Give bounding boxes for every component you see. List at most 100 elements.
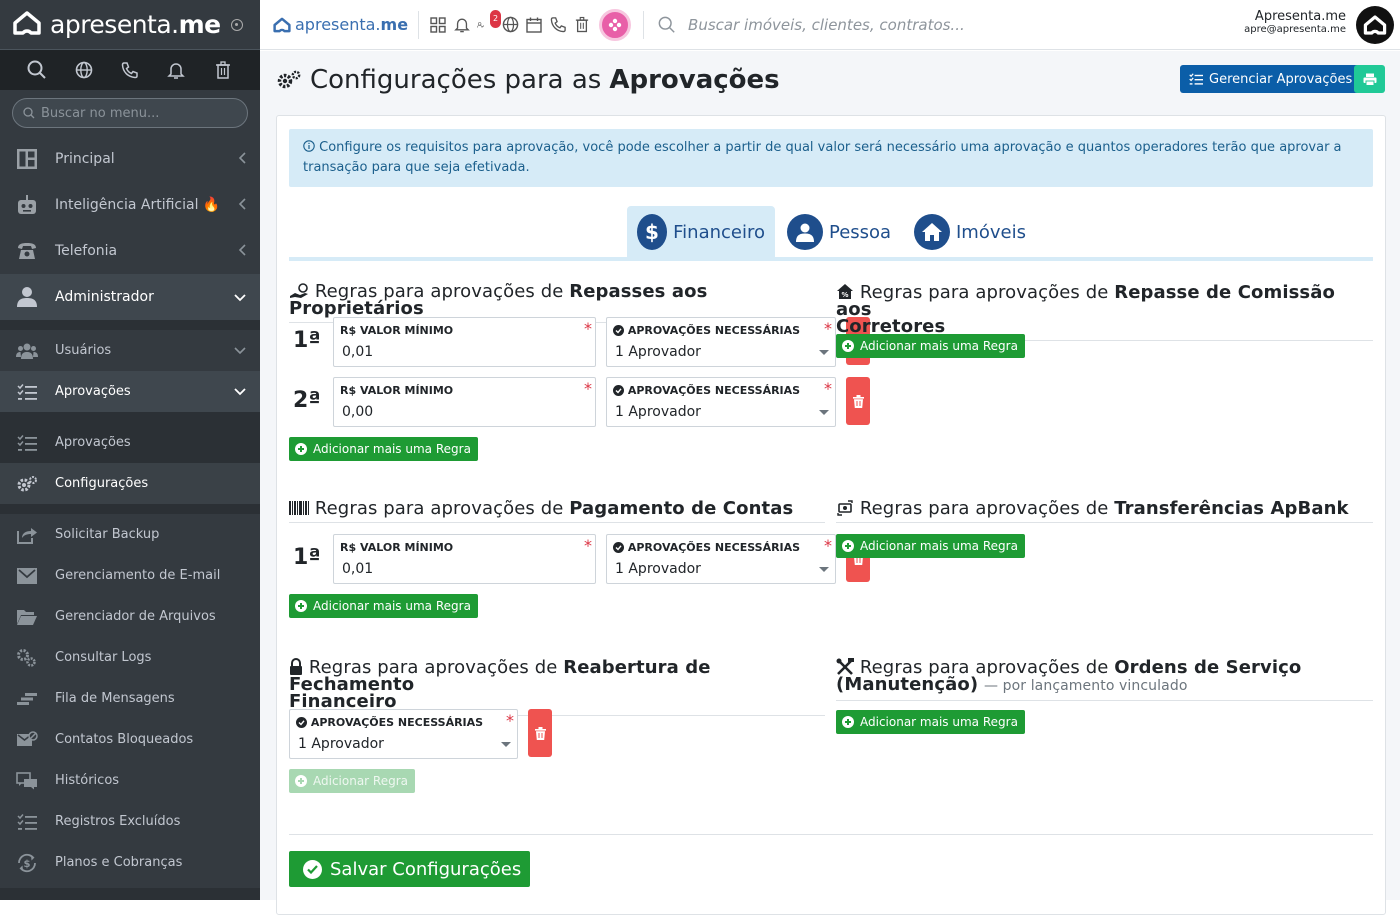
- sidebar-item-aprovacoes-group[interactable]: Aprovações: [0, 371, 260, 412]
- global-search-input[interactable]: Buscar imóveis, clientes, contratos...: [658, 16, 965, 34]
- add-rule-button[interactable]: Adicionar mais uma Regra: [289, 594, 478, 618]
- users-icon: [16, 340, 38, 362]
- approvals-select[interactable]: APROVAÇÕES NECESSÁRIAS * 1 Aprovador: [606, 534, 836, 584]
- sidebar-brand[interactable]: apresenta.me: [0, 0, 260, 50]
- users-notification-icon[interactable]: 2: [477, 9, 502, 34]
- save-settings-button[interactable]: Salvar Configurações: [289, 851, 530, 887]
- add-rule-button[interactable]: Adicionar mais uma Regra: [836, 534, 1025, 558]
- topbar-brand[interactable]: apresenta.me: [272, 15, 408, 34]
- sidebar-search-input[interactable]: Buscar no menu...: [12, 98, 248, 128]
- required-mark: *: [584, 379, 592, 398]
- bell-icon[interactable]: [453, 16, 471, 34]
- sidebar-item-label: Aprovações: [55, 384, 131, 399]
- approvals-select[interactable]: APROVAÇÕES NECESSÁRIAS * 1 Aprovador: [289, 709, 518, 759]
- chevron-down-icon: [234, 385, 246, 400]
- bell-icon[interactable]: [166, 60, 186, 80]
- min-value-input[interactable]: 0,00: [342, 404, 373, 420]
- section-title-bold: (Manutenção): [836, 674, 979, 695]
- avatar[interactable]: [1356, 6, 1394, 44]
- plus-circle-icon: [842, 340, 854, 352]
- sidebar-item-aprovacoes[interactable]: Aprovações: [0, 422, 260, 463]
- tab-imoveis[interactable]: Imóveis: [904, 206, 1036, 258]
- sidebar-item-logs[interactable]: Consultar Logs: [0, 637, 260, 678]
- sidebar-item-fila[interactable]: Fila de Mensagens: [0, 678, 260, 719]
- sidebar-item-administrador[interactable]: Administrador: [0, 274, 260, 320]
- section-title: Regras para aprovações de Reabertura de …: [289, 658, 825, 716]
- phone-icon[interactable]: [549, 16, 567, 34]
- delete-rule-button[interactable]: [846, 377, 870, 425]
- add-rule-button[interactable]: Adicionar mais uma Regra: [289, 437, 478, 461]
- min-value-input[interactable]: 0,01: [342, 561, 373, 577]
- caret-down-icon: [501, 742, 511, 747]
- add-rule-button[interactable]: Adicionar mais uma Regra: [836, 334, 1025, 358]
- sidebar-item-telefonia[interactable]: Telefonia: [0, 228, 260, 274]
- add-rule-label: Adicionar mais uma Regra: [313, 599, 471, 613]
- sidebar-divider: [0, 412, 260, 422]
- chevron-left-icon: [238, 198, 246, 214]
- sidebar-item-label: Fila de Mensagens: [55, 691, 175, 706]
- section-transferencias: Regras para aprovações de Transferências…: [836, 500, 1373, 523]
- check-circle-icon: [613, 385, 624, 396]
- trash-icon[interactable]: [213, 60, 233, 80]
- add-rule-button[interactable]: Adicionar mais uma Regra: [836, 710, 1025, 734]
- manage-approvals-button[interactable]: Gerenciar Aprovações: [1180, 65, 1362, 93]
- sidebar-item-label: Aprovações: [55, 435, 131, 450]
- min-value-input[interactable]: 0,01: [342, 344, 373, 360]
- rule-order: 1ª: [293, 328, 321, 353]
- envelope-blocked-icon: [16, 729, 38, 751]
- min-value-field[interactable]: R$ VALOR MÍNIMO * 0,00: [333, 377, 596, 427]
- tab-pessoa[interactable]: Pessoa: [777, 206, 901, 258]
- min-value-field[interactable]: R$ VALOR MÍNIMO * 0,01: [333, 534, 596, 584]
- globe-icon[interactable]: [501, 16, 519, 34]
- sidebar-item-excluidos[interactable]: Registros Excluídos: [0, 801, 260, 842]
- tasks-icon: [16, 381, 38, 403]
- trash-icon[interactable]: [573, 16, 591, 34]
- tab-financeiro[interactable]: $ Financeiro: [627, 206, 775, 258]
- user-info[interactable]: Apresenta.me apre@apresenta.me: [1244, 9, 1346, 35]
- hand-money-icon: [290, 283, 308, 298]
- sidebar-item-principal[interactable]: Principal: [0, 136, 260, 182]
- approvals-value: 1 Aprovador: [615, 344, 701, 360]
- chevron-left-icon: [238, 152, 246, 168]
- trash-icon: [534, 726, 546, 740]
- min-value-field[interactable]: R$ VALOR MÍNIMO * 0,01: [333, 317, 596, 367]
- section-title: Regras para aprovações de Ordens de Serv…: [836, 658, 1373, 701]
- required-mark: *: [824, 319, 832, 338]
- brand-settings-icon[interactable]: [230, 18, 243, 31]
- search-icon[interactable]: [27, 60, 47, 80]
- page-title: Configurações para as Aprovações: [276, 65, 780, 95]
- globe-icon[interactable]: [74, 60, 94, 80]
- approvals-select[interactable]: APROVAÇÕES NECESSÁRIAS * 1 Aprovador: [606, 317, 836, 367]
- category-tabs: $ Financeiro Pessoa Imóveis: [277, 206, 1387, 261]
- sidebar-item-email[interactable]: Gerenciamento de E-mail: [0, 555, 260, 596]
- trash-icon: [852, 394, 864, 408]
- queue-icon: [16, 688, 38, 710]
- sidebar-item-backup[interactable]: Solicitar Backup: [0, 514, 260, 555]
- sidebar-brand-text: apresenta.me: [50, 10, 221, 39]
- dollar-refresh-icon: $: [16, 852, 38, 874]
- calendar-icon[interactable]: [525, 16, 543, 34]
- approvals-label: APROVAÇÕES NECESSÁRIAS: [310, 716, 484, 729]
- print-button[interactable]: [1354, 65, 1385, 93]
- sidebar-item-configuracoes[interactable]: Configurações: [0, 463, 260, 504]
- section-comissao: % Regras para aprovações de Repasse de C…: [836, 283, 1373, 341]
- add-rule-label: Adicionar Regra: [313, 774, 409, 788]
- sidebar-item-label: Usuários: [55, 343, 112, 358]
- assistant-flower-icon[interactable]: [599, 8, 632, 41]
- sidebar-item-arquivos[interactable]: Gerenciador de Arquivos: [0, 596, 260, 637]
- currency-label: R$: [340, 384, 357, 397]
- sidebar-item-planos[interactable]: $ Planos e Cobranças: [0, 842, 260, 883]
- home-percent-icon: %: [837, 284, 853, 299]
- sidebar-item-bloqueados[interactable]: Contatos Bloqueados: [0, 719, 260, 760]
- sidebar-item-ia[interactable]: Inteligência Artificial 🔥: [0, 182, 260, 228]
- field-label: APROVAÇÕES NECESSÁRIAS: [613, 384, 800, 397]
- apps-grid-icon[interactable]: [429, 16, 447, 34]
- delete-rule-button[interactable]: [528, 709, 552, 757]
- min-value-label: VALOR MÍNIMO: [359, 324, 454, 337]
- add-rule-button-disabled[interactable]: Adicionar Regra: [289, 769, 416, 793]
- phone-icon[interactable]: [120, 60, 140, 80]
- tools-icon: [836, 658, 854, 675]
- sidebar-item-usuarios[interactable]: Usuários: [0, 330, 260, 371]
- sidebar-item-historicos[interactable]: Históricos: [0, 760, 260, 801]
- approvals-select[interactable]: APROVAÇÕES NECESSÁRIAS * 1 Aprovador: [606, 377, 836, 427]
